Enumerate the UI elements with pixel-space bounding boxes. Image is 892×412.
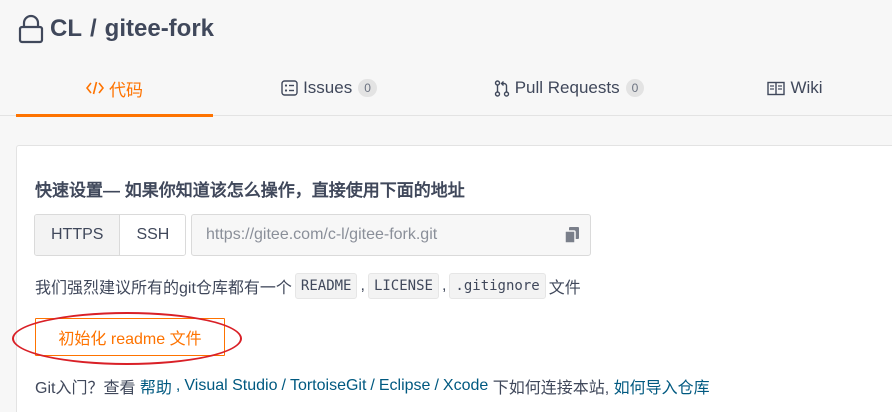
clone-url-input[interactable] [192, 215, 554, 255]
repo-name[interactable]: gitee-fork [105, 15, 214, 43]
license-chip: LICENSE [367, 273, 439, 299]
quick-setup-title: 快速设置— 如果你知道该怎么操作，直接使用下面的地址 [35, 181, 465, 200]
pull-requests-count-badge: 0 [625, 79, 645, 97]
clone-url-box [191, 214, 591, 256]
tab-pull-requests[interactable]: Pull Requests 0 [474, 60, 664, 116]
visual-studio-link[interactable]: Visual Studio [184, 377, 277, 395]
repo-title: CL / gitee-fork [18, 14, 214, 44]
tab-issues-label: Issues [303, 78, 353, 97]
recommendation-text: 我们强烈建议所有的git仓库都有一个 README , LICENSE , .g… [35, 272, 581, 300]
comma-separator: , [360, 277, 365, 294]
protocol-toggle: HTTPS SSH [34, 214, 187, 256]
init-readme-button[interactable]: 初始化 readme 文件 [35, 318, 225, 356]
code-icon [86, 80, 104, 96]
readme-chip: README [294, 273, 358, 299]
pull-request-icon [494, 79, 510, 97]
slash-separator: / [281, 377, 286, 394]
help-middle: 下如何连接本站, [492, 380, 610, 397]
help-text: Git入门？查看 帮助 , Visual Studio / TortoiseGi… [35, 374, 710, 398]
comma-separator: , [175, 377, 181, 394]
import-repo-link[interactable]: 如何导入仓库 [614, 374, 710, 398]
tortoisegit-link[interactable]: TortoiseGit [290, 377, 366, 395]
ssh-button[interactable]: SSH [120, 215, 186, 255]
help-link[interactable]: 帮助 [140, 374, 172, 398]
repo-owner[interactable]: CL [50, 15, 82, 43]
https-button[interactable]: HTTPS [35, 215, 121, 255]
repo-tabs: 代码 Issues 0 Pull Requests 0 Wiki [0, 60, 892, 117]
tab-pull-requests-label: Pull Requests [514, 78, 620, 97]
tab-wiki-label: Wiki [790, 78, 823, 97]
issues-count-badge: 0 [358, 79, 377, 97]
repo-separator: / [90, 15, 97, 42]
slash-separator: / [370, 377, 375, 394]
xcode-link[interactable]: Xcode [443, 377, 488, 395]
tab-issues[interactable]: Issues 0 [262, 60, 396, 116]
repo-header: CL / gitee-fork 代码 Issues 0 Pull Request… [0, 0, 892, 117]
slash-separator: / [434, 377, 439, 394]
comma-separator: , [441, 277, 447, 294]
quick-setup-panel: 快速设置— 如果你知道该怎么操作，直接使用下面的地址 HTTPS SSH 我们强… [12, 145, 892, 412]
help-prefix: Git入门？查看 [35, 380, 136, 397]
recommend-prefix: 我们强烈建议所有的git仓库都有一个 [35, 280, 292, 297]
eclipse-link[interactable]: Eclipse [379, 377, 431, 395]
lock-icon [18, 14, 44, 44]
tab-wiki[interactable]: Wiki [740, 60, 850, 116]
recommend-suffix: 文件 [548, 280, 581, 297]
tab-code-label: 代码 [109, 80, 143, 100]
issues-icon [281, 80, 298, 96]
wiki-book-icon [767, 81, 786, 96]
copy-icon[interactable] [554, 215, 590, 255]
gitignore-chip: .gitignore [449, 273, 546, 299]
tab-code[interactable]: 代码 [16, 60, 213, 117]
